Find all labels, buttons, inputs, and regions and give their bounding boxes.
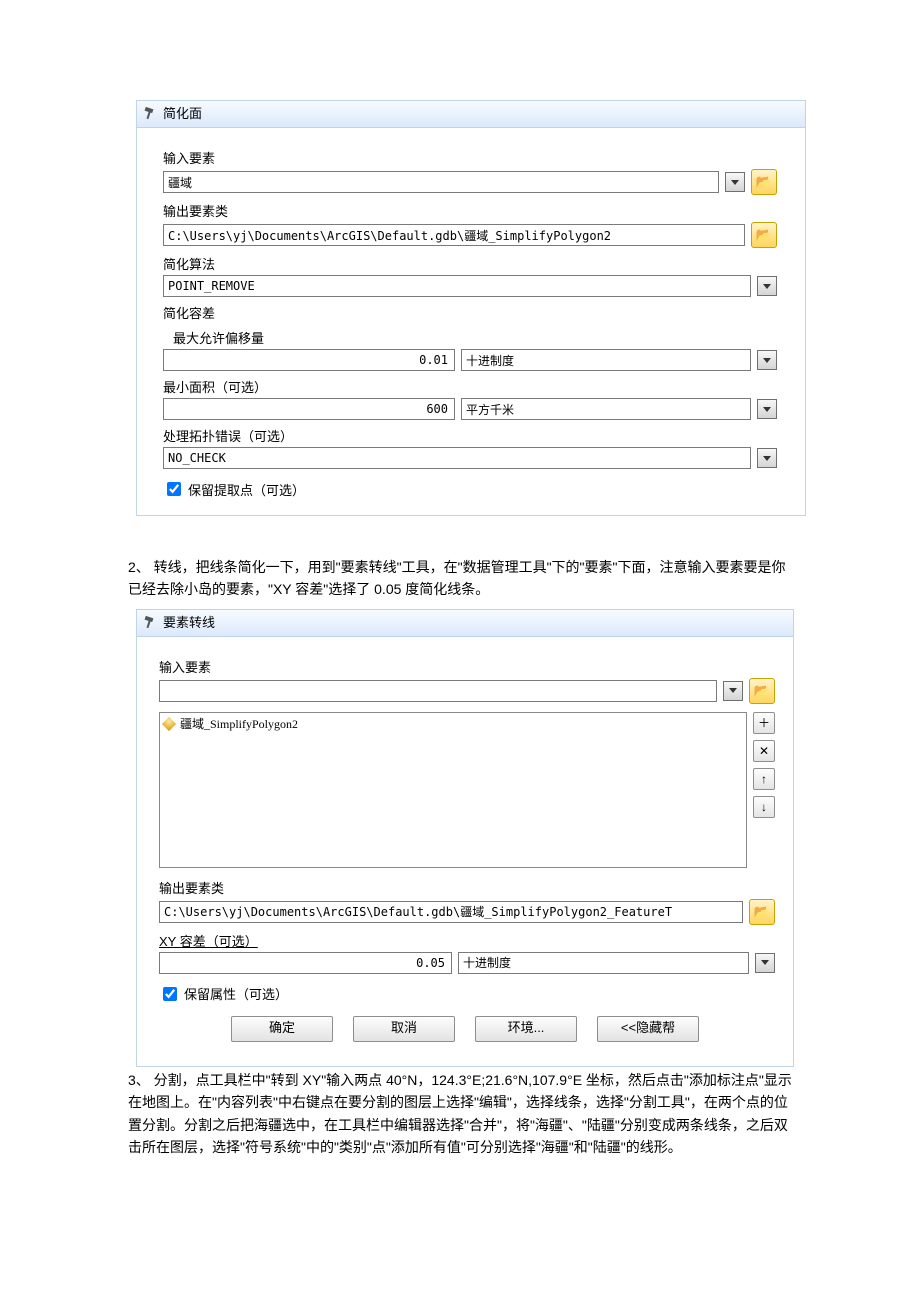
dialog-titlebar: 简化面 (137, 101, 805, 128)
input-features-dropdown[interactable] (723, 681, 743, 701)
topology-select[interactable] (163, 447, 751, 469)
min-area-field[interactable] (163, 398, 455, 420)
list-item[interactable]: 疆域_SimplifyPolygon2 (164, 715, 742, 733)
browse-input-button[interactable]: 📂 (751, 169, 777, 195)
max-offset-label: 最大允许偏移量 (173, 328, 777, 347)
dialog-button-row: 确定 取消 环境... <<隐藏帮 (137, 1010, 793, 1050)
arrow-up-icon: ↑ (761, 772, 767, 786)
max-offset-unit-select[interactable] (461, 349, 751, 371)
output-fc-label: 输出要素类 (159, 878, 775, 897)
remove-button[interactable]: ✕ (753, 740, 775, 762)
dialog-title: 简化面 (163, 101, 202, 127)
arrow-down-icon: ↓ (761, 800, 767, 814)
plus-icon: ＋ (758, 714, 770, 731)
hammer-icon (143, 107, 157, 121)
feature-list[interactable]: 疆域_SimplifyPolygon2 (159, 712, 747, 868)
chevron-down-icon (729, 688, 737, 693)
min-area-unit-dropdown[interactable] (757, 399, 777, 419)
move-up-button[interactable]: ↑ (753, 768, 775, 790)
output-fc-label: 输出要素类 (163, 201, 777, 220)
environments-button[interactable]: 环境... (475, 1016, 577, 1042)
algorithm-select[interactable] (163, 275, 751, 297)
folder-open-icon: 📂 (754, 683, 770, 699)
folder-open-icon: 📂 (756, 174, 772, 190)
layer-icon (162, 717, 176, 731)
chevron-down-icon (763, 358, 771, 363)
feature-to-line-dialog: 要素转线 输入要素 📂 疆域_SimplifyPolygon2 (136, 609, 794, 1067)
algorithm-label: 简化算法 (163, 254, 777, 273)
dialog-title: 要素转线 (163, 610, 215, 636)
xy-tolerance-label: XY 容差（可选） (159, 931, 775, 950)
list-item-label: 疆域_SimplifyPolygon2 (180, 715, 298, 732)
chevron-down-icon (731, 180, 739, 185)
output-fc-field[interactable] (159, 901, 743, 923)
browse-output-button[interactable]: 📂 (751, 222, 777, 248)
chevron-down-icon (763, 284, 771, 289)
keep-points-label: 保留提取点（可选） (188, 480, 305, 499)
keep-points-checkbox[interactable] (167, 482, 181, 496)
input-features-dropdown[interactable] (725, 172, 745, 192)
keep-attributes-label: 保留属性（可选） (184, 984, 288, 1003)
xy-tolerance-unit-select[interactable] (458, 952, 749, 974)
output-fc-field[interactable] (163, 224, 745, 246)
cancel-button[interactable]: 取消 (353, 1016, 455, 1042)
chevron-down-icon (763, 407, 771, 412)
topology-dropdown[interactable] (757, 448, 777, 468)
input-features-field[interactable] (163, 171, 719, 193)
input-features-field[interactable] (159, 680, 717, 702)
topology-label: 处理拓扑错误（可选） (163, 426, 777, 445)
folder-open-icon: 📂 (754, 904, 770, 920)
x-icon: ✕ (759, 744, 769, 758)
chevron-down-icon (763, 456, 771, 461)
max-offset-field[interactable] (163, 349, 455, 371)
max-offset-unit-dropdown[interactable] (757, 350, 777, 370)
instruction-paragraph-2: 2、 转线，把线条简化一下，用到"要素转线"工具，在"数据管理工具"下的"要素"… (128, 556, 792, 601)
input-features-label: 输入要素 (163, 148, 777, 167)
input-features-label: 输入要素 (159, 657, 775, 676)
simplify-polygon-dialog: 简化面 输入要素 📂 输出要素类 📂 简化算法 (136, 100, 806, 516)
add-button[interactable]: ＋ (753, 712, 775, 734)
folder-open-icon: 📂 (756, 227, 772, 243)
hide-help-button[interactable]: <<隐藏帮 (597, 1016, 699, 1042)
keep-attributes-checkbox[interactable] (163, 987, 177, 1001)
instruction-paragraph-3: 3、 分割，点工具栏中"转到 XY"输入两点 40°N，124.3°E;21.6… (128, 1069, 792, 1159)
min-area-label: 最小面积（可选） (163, 377, 777, 396)
move-down-button[interactable]: ↓ (753, 796, 775, 818)
dialog-titlebar: 要素转线 (137, 610, 793, 637)
chevron-down-icon (761, 960, 769, 965)
algorithm-dropdown[interactable] (757, 276, 777, 296)
xy-tolerance-unit-dropdown[interactable] (755, 953, 775, 973)
min-area-unit-select[interactable] (461, 398, 751, 420)
browse-output-button[interactable]: 📂 (749, 899, 775, 925)
browse-input-button[interactable]: 📂 (749, 678, 775, 704)
hammer-icon (143, 616, 157, 630)
xy-tolerance-field[interactable] (159, 952, 452, 974)
tolerance-label: 简化容差 (163, 303, 777, 322)
ok-button[interactable]: 确定 (231, 1016, 333, 1042)
